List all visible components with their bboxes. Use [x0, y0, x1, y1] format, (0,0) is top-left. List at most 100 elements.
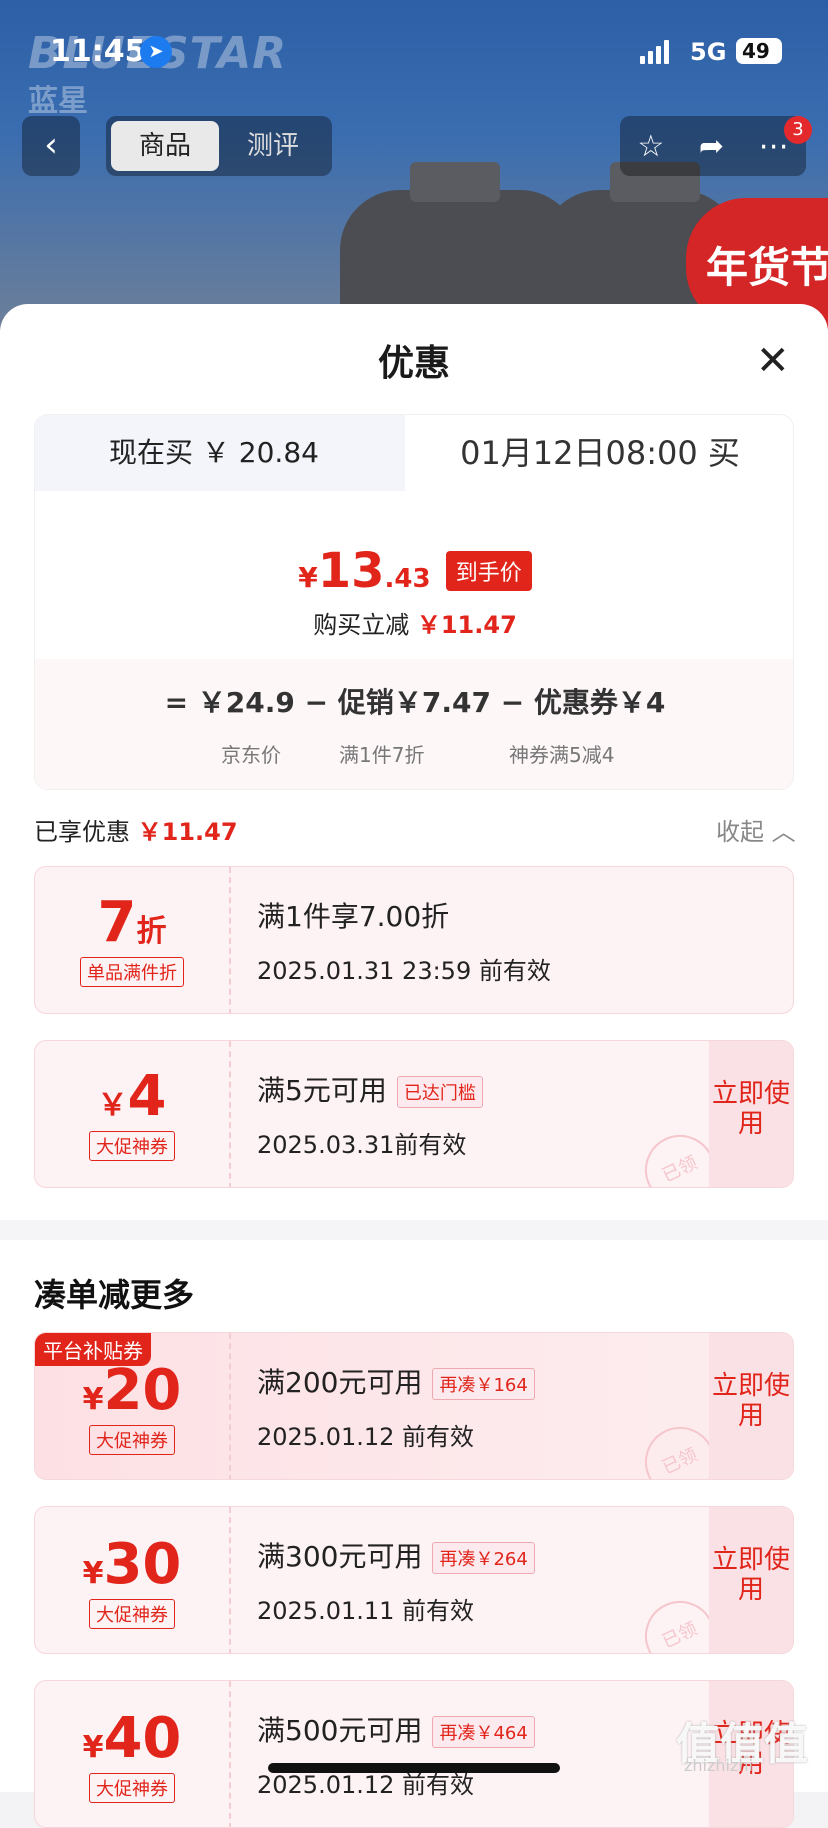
- coupon-condition-text: 满300元可用: [257, 1540, 423, 1573]
- sheet-title: 优惠: [377, 343, 450, 384]
- final-price-int: 13: [317, 543, 385, 599]
- coupon-type-tag: 大促神券: [89, 1773, 175, 1803]
- chevron-left-icon: ‹: [44, 125, 58, 165]
- coupon-expiry: 2025.01.31 23:59 前有效: [257, 957, 551, 985]
- coupon-big-value: ¥20: [35, 1363, 229, 1419]
- coupon-expiry: 2025.01.12 前有效: [257, 1423, 475, 1451]
- add-more-badge: 再凑￥164: [432, 1368, 535, 1400]
- coupon-details: 满1件享7.00折 2025.01.31 23:59 前有效: [257, 895, 551, 986]
- final-price-tag: 到手价: [445, 551, 532, 591]
- status-bar: 11:45 ➤ 5G 49: [0, 34, 828, 74]
- use-now-button[interactable]: 立即使用: [709, 1041, 793, 1187]
- brand-logo-cn: 蓝星: [28, 84, 88, 119]
- instant-reduction: 购买立减 ￥11.47: [35, 605, 793, 640]
- coupon-type-tag: 大促神券: [89, 1599, 175, 1629]
- product-cap-1: [410, 162, 500, 202]
- coupon-big-value: ¥40: [35, 1711, 229, 1767]
- coupon-details: 满200元可用 再凑￥164 2025.01.12 前有效: [257, 1361, 535, 1452]
- share-icon[interactable]: ➦: [699, 129, 724, 164]
- coupon-amount: 40: [103, 1706, 182, 1771]
- tab-buy-now[interactable]: 现在买 ￥ 20.84: [35, 415, 405, 491]
- reduce-label: 购买立减: [313, 611, 410, 639]
- coupon-amount: 4: [127, 1064, 167, 1129]
- coupon-amount: 20: [103, 1358, 182, 1423]
- reduce-value: ￥11.47: [416, 611, 517, 639]
- close-icon[interactable]: ✕: [756, 338, 790, 384]
- coupon-condition-text: 满200元可用: [257, 1366, 423, 1399]
- tab-review[interactable]: 测评: [219, 121, 327, 171]
- coupon-value: ¥30 大促神券: [35, 1507, 231, 1653]
- coupon-card: ￥4 大促神券 满5元可用 已达门槛 2025.03.31前有效 已领 立即使用: [34, 1040, 794, 1188]
- coupon-unit: ￥: [97, 1088, 128, 1123]
- star-icon[interactable]: ☆: [637, 129, 664, 164]
- jd-price-label: 京东价: [221, 743, 281, 767]
- add-more-badge: 再凑￥264: [432, 1542, 535, 1574]
- coupon-big-value: ¥30: [35, 1537, 229, 1593]
- location-arrow-icon: ➤: [140, 36, 172, 68]
- action-group: ☆ ➦ ⋯: [620, 116, 806, 176]
- collapse-button[interactable]: 收起 ︿: [716, 812, 796, 847]
- discount-sheet: 优惠 ✕ 现在买 ￥ 20.84 01月12日08:00 买 ¥13.43 到手…: [0, 304, 828, 1828]
- watermark-url: zhizhizhi: [684, 1756, 753, 1775]
- more-section-title: 凑单减更多: [34, 1276, 195, 1314]
- enjoyed-value: ￥11.47: [137, 818, 238, 846]
- threshold-badge: 已达门槛: [396, 1076, 483, 1108]
- coupon-details: 满300元可用 再凑￥264 2025.01.11 前有效: [257, 1535, 535, 1626]
- promo-discount: 促销￥7.47: [337, 686, 491, 719]
- final-price: ¥13.43: [298, 543, 431, 599]
- coupon-expiry: 2025.01.11 前有效: [257, 1597, 475, 1625]
- notification-count-badge: 3: [784, 116, 812, 144]
- enjoyed-label: 已享优惠: [34, 818, 130, 846]
- back-button[interactable]: ‹: [22, 116, 80, 176]
- coupon-condition: 满1件享7.00折: [257, 900, 450, 933]
- price-breakdown: = ￥24.9 − 促销￥7.47 − 优惠券￥4 京东价 满1件7折 神券满5…: [35, 659, 793, 789]
- coupon-details: 满5元可用 已达门槛 2025.03.31前有效: [257, 1069, 483, 1160]
- enjoyed-discount: 已享优惠 ￥11.47: [34, 812, 238, 847]
- coupon-value: ¥40 大促神券: [35, 1681, 231, 1827]
- coupon-condition: 满500元可用 再凑￥464: [257, 1709, 535, 1749]
- section-divider: [0, 1220, 828, 1240]
- coupon-card: ¥30 大促神券 满300元可用 再凑￥264 2025.01.11 前有效 已领…: [34, 1506, 794, 1654]
- coupon-big-value: ￥4: [35, 1069, 229, 1125]
- jd-price: ￥24.9: [197, 686, 295, 719]
- chevron-up-icon: ︿: [771, 818, 796, 846]
- coupon-unit: ¥: [82, 1730, 104, 1765]
- coupon-condition: 满200元可用 再凑￥164: [257, 1361, 535, 1401]
- coupon-unit: 折: [136, 914, 167, 949]
- coupon-condition: 满300元可用 再凑￥264: [257, 1535, 535, 1575]
- coupon-condition-text: 满500元可用: [257, 1714, 423, 1747]
- status-time: 11:45: [50, 34, 146, 69]
- use-now-button[interactable]: 立即使用: [709, 1333, 793, 1479]
- breakdown-formula: = ￥24.9 − 促销￥7.47 − 优惠券￥4: [164, 686, 666, 719]
- coupon-unit: ¥: [82, 1382, 104, 1417]
- network-type: 5G: [690, 38, 727, 66]
- coupon-value: ￥4 大促神券: [35, 1041, 231, 1187]
- tab-product[interactable]: 商品: [111, 121, 219, 171]
- use-now-button[interactable]: 立即使用: [709, 1507, 793, 1653]
- tab-buy-later[interactable]: 01月12日08:00 买: [405, 415, 793, 491]
- coupon-type-tag: 大促神券: [89, 1131, 175, 1161]
- coupon-value: 7折 单品满件折: [35, 867, 231, 1013]
- product-tabs: 商品 测评: [106, 116, 332, 176]
- final-price-row: ¥13.43 到手价: [35, 543, 793, 599]
- coupon-amount: 7: [97, 890, 137, 955]
- signal-icon: [640, 40, 669, 64]
- promo-badge-text: 年货节: [706, 243, 828, 292]
- coupon-expiry: 2025.03.31前有效: [257, 1131, 467, 1159]
- coupon-label: 神券满5减4: [509, 743, 615, 767]
- price-compare-box: 现在买 ￥ 20.84 01月12日08:00 买 ¥13.43 到手价 购买立…: [34, 414, 794, 790]
- coupon-big-value: 7折: [35, 895, 229, 951]
- home-indicator[interactable]: [268, 1763, 560, 1773]
- coupon-discount: 优惠券￥4: [533, 686, 666, 719]
- coupon-condition: 满5元可用 已达门槛: [257, 1069, 483, 1109]
- coupon-details: 满500元可用 再凑￥464 2025.01.12 前有效: [257, 1709, 535, 1800]
- coupon-card: 7折 单品满件折 满1件享7.00折 2025.01.31 23:59 前有效: [34, 866, 794, 1014]
- battery-icon: 49: [736, 38, 782, 64]
- collapse-label: 收起: [716, 818, 764, 846]
- final-price-dec: .43: [384, 564, 431, 594]
- coupon-card: ¥20 大促神券 平台补贴券 满200元可用 再凑￥164 2025.01.12 …: [34, 1332, 794, 1480]
- coupon-condition-text: 满5元可用: [257, 1074, 387, 1107]
- promo-label: 满1件7折: [339, 743, 425, 767]
- coupon-amount: 30: [103, 1532, 182, 1597]
- coupon-type-tag: 大促神券: [89, 1425, 175, 1455]
